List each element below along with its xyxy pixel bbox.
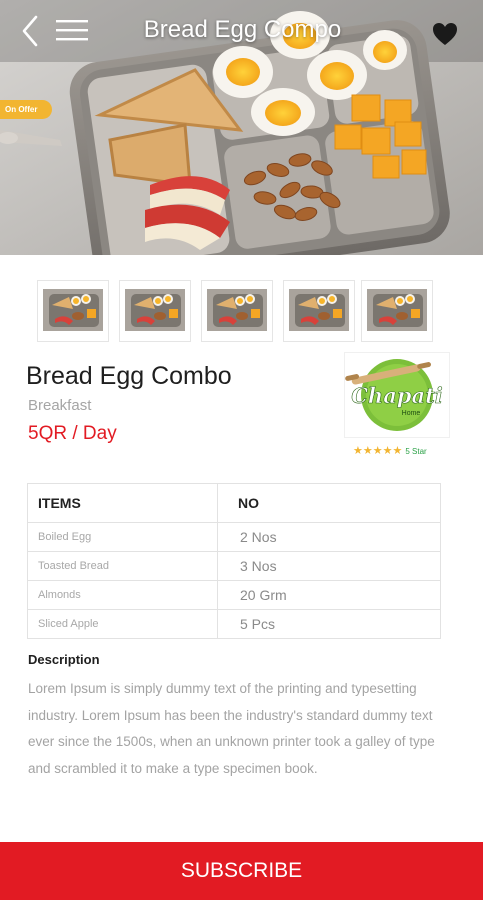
- thumbnail-4[interactable]: [283, 280, 355, 342]
- column-header-items: ITEMS: [27, 483, 218, 523]
- star-icon: ★: [382, 445, 393, 457]
- table-row: Sliced Apple 5 Pcs: [27, 609, 441, 639]
- description-title: Description: [28, 652, 100, 667]
- item-qty: 5 Pcs: [217, 609, 441, 639]
- star-icon: ★: [392, 445, 403, 457]
- thumbnail-gallery: [37, 280, 447, 342]
- vendor-logo[interactable]: Chapati Home: [344, 352, 450, 438]
- item-qty: 2 Nos: [217, 522, 441, 552]
- thumbnail-image: [43, 289, 103, 331]
- thumbnail-image: [207, 289, 267, 331]
- hamburger-menu-icon: [56, 20, 88, 41]
- column-header-no: NO: [217, 483, 441, 523]
- vendor-rating: ★★★★★ 5 Star: [353, 444, 427, 458]
- chapati-logo: Chapati Home: [345, 359, 443, 431]
- item-name: Boiled Egg: [27, 522, 218, 552]
- star-icon: ★: [362, 445, 373, 457]
- favorite-button[interactable]: [430, 20, 460, 48]
- item-qty: 20 Grm: [217, 580, 441, 610]
- subscribe-button[interactable]: SUBSCRIBE: [0, 842, 483, 900]
- thumbnail-image: [289, 289, 349, 331]
- thumbnail-image: [367, 289, 427, 331]
- table-header-row: ITEMS NO: [27, 483, 441, 523]
- menu-button[interactable]: [54, 15, 90, 45]
- heart-icon: [433, 23, 457, 45]
- thumbnail-2[interactable]: [119, 280, 191, 342]
- item-name: Almonds: [27, 580, 218, 610]
- product-name: Bread Egg Combo: [26, 362, 232, 390]
- item-qty: 3 Nos: [217, 551, 441, 581]
- logo-text: Chapati: [351, 383, 443, 408]
- description-text: Lorem Ipsum is simply dummy text of the …: [28, 681, 435, 776]
- thumbnail-3[interactable]: [201, 280, 273, 342]
- product-price: 5QR / Day: [28, 423, 117, 444]
- logo-subtext: Home: [402, 410, 421, 417]
- chevron-left-icon: [22, 15, 38, 47]
- table-row: Almonds 20 Grm: [27, 580, 441, 610]
- page-title: Bread Egg Compo: [143, 16, 342, 43]
- star-icon: ★: [353, 445, 363, 457]
- on-offer-badge: On Offer: [0, 100, 52, 119]
- items-table: ITEMS NO Boiled Egg 2 Nos Toasted Bread …: [27, 483, 441, 639]
- item-name: Sliced Apple: [27, 609, 218, 639]
- star-icon: ★: [372, 445, 383, 457]
- thumbnail-1[interactable]: [37, 280, 109, 342]
- item-name: Toasted Bread: [27, 551, 218, 581]
- thumbnail-5[interactable]: [361, 280, 433, 342]
- product-category: Breakfast: [28, 397, 92, 414]
- top-bar: Bread Egg Compo: [0, 0, 483, 62]
- back-button[interactable]: [16, 13, 46, 49]
- table-row: Boiled Egg 2 Nos: [27, 522, 441, 552]
- table-row: Toasted Bread 3 Nos: [27, 551, 441, 581]
- thumbnail-image: [125, 289, 185, 331]
- rating-label: 5 Star: [405, 447, 427, 456]
